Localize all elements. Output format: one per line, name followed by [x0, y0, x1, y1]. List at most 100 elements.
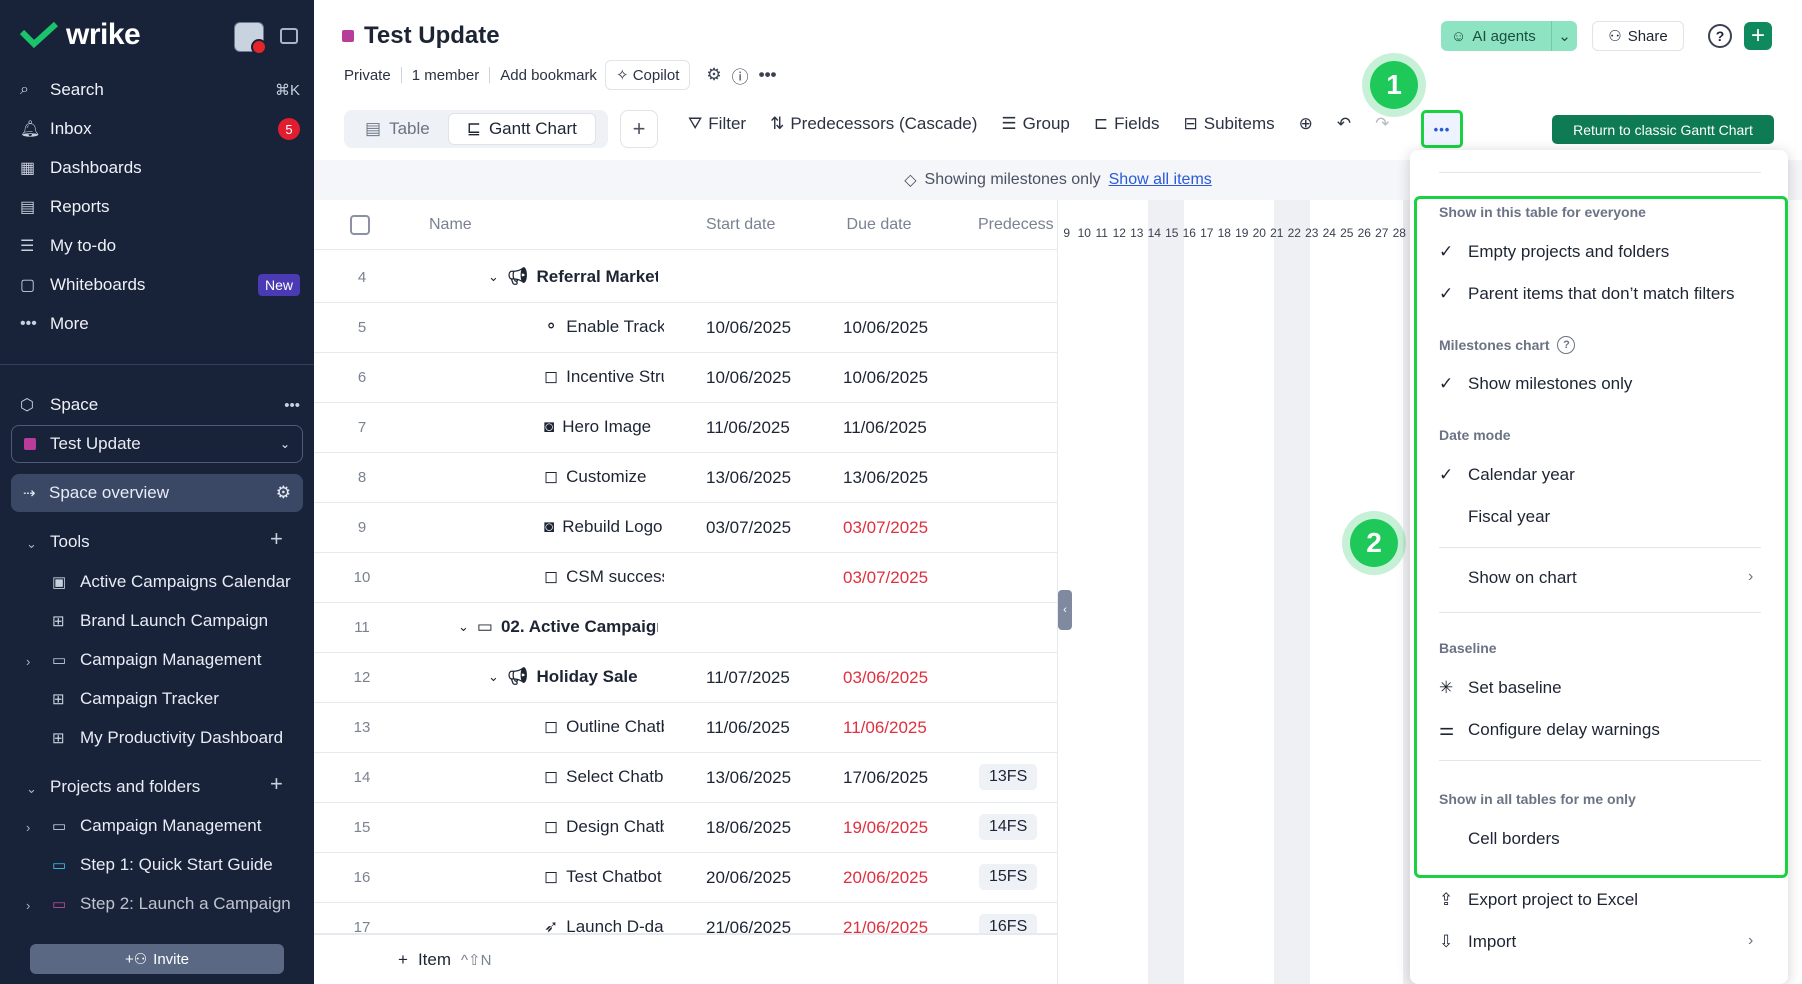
chevron-right-icon[interactable]: ›	[26, 654, 30, 669]
table-row[interactable]: 14 ◻ Select Chatbot 13/06/2025 17/06/2025 13F…	[314, 753, 1058, 803]
row-due-overdue[interactable]: 20/06/2025	[843, 868, 928, 888]
table-row[interactable]: 6 ◻ Incentive Struc 10/06/2025 10/06/2025	[314, 353, 1058, 403]
menu-item-empty-projects[interactable]: ✓ Empty projects and folders	[1439, 242, 1669, 262]
table-row[interactable]: 12 ⌄ 📢︎ Holiday Sale 11/07/2025 03/06/2025	[314, 653, 1058, 703]
row-name[interactable]: ◻ Outline Chatbc	[544, 717, 664, 737]
globe-icon[interactable]: ⊕	[1299, 114, 1313, 134]
avatar[interactable]	[234, 22, 267, 55]
tools-chevron-icon[interactable]: ⌄	[26, 536, 37, 552]
row-predecessor[interactable]: 16FS	[979, 914, 1038, 933]
tool-item[interactable]: ⊞ Brand Launch Campaign	[52, 606, 268, 636]
fields-button[interactable]: ⊏ Fields	[1094, 114, 1160, 134]
table-row[interactable]: 16 ◻ Test Chatbot b 20/06/2025 20/06/2025 15F…	[314, 853, 1058, 903]
gear-icon[interactable]: ⚙	[706, 65, 721, 85]
copilot-button[interactable]: ✧ Copilot	[604, 60, 691, 90]
nav-whiteboards[interactable]: ▢ Whiteboards New	[20, 269, 300, 301]
row-due[interactable]: 13/06/2025	[843, 468, 928, 488]
menu-item-delay-warnings[interactable]: ⚌ Configure delay warnings	[1439, 720, 1660, 740]
row-start[interactable]: 13/06/2025	[706, 768, 791, 788]
space-overview-item[interactable]: ⇢ Space overview ⚙	[11, 474, 303, 512]
table-row[interactable]: 10 ◻ CSM success r 03/07/2025	[314, 553, 1058, 603]
table-row[interactable]: 17 ➶ Launch D-day 21/06/2025 21/06/2025 16FS	[314, 903, 1058, 934]
row-due[interactable]: 17/06/2025	[843, 768, 928, 788]
row-name[interactable]: ◙ Rebuild Logo	[544, 517, 664, 537]
add-item-bar[interactable]: + Item ^⇧N	[314, 934, 1058, 984]
row-name[interactable]: ◻ Customize	[544, 467, 664, 487]
row-due-overdue[interactable]: 19/06/2025	[843, 818, 928, 838]
row-start[interactable]: 18/06/2025	[706, 818, 791, 838]
table-row[interactable]: 13 ◻ Outline Chatbc 11/06/2025 11/06/2025	[314, 703, 1058, 753]
row-start[interactable]: 11/06/2025	[706, 418, 790, 438]
row-start[interactable]: 20/06/2025	[706, 868, 791, 888]
menu-item-calendar-year[interactable]: ✓ Calendar year	[1439, 465, 1575, 485]
row-due-overdue[interactable]: 03/07/2025	[843, 568, 928, 588]
table-row[interactable]: 11 ⌄ ▭ 02. Active Campaign:	[314, 603, 1058, 653]
space-select[interactable]: Test Update ⌄	[11, 425, 303, 463]
chevron-down-icon[interactable]: ⌄	[1551, 21, 1577, 51]
tool-item[interactable]: ⊞ My Productivity Dashboard	[52, 723, 283, 753]
row-name[interactable]: ◻ CSM success r	[544, 567, 664, 587]
redo-icon[interactable]: ↷	[1375, 114, 1389, 134]
more-icon[interactable]: •••	[759, 65, 777, 85]
table-row[interactable]: 15 ◻ Design Chatbc 18/06/2025 19/06/2025 14FS	[314, 803, 1058, 853]
menu-item-export-excel[interactable]: ⇪ Export project to Excel	[1439, 890, 1638, 910]
col-start[interactable]: Start date	[706, 216, 775, 234]
page-title-text[interactable]: Test Update	[364, 22, 500, 50]
add-bookmark-link[interactable]: Add bookmark	[500, 67, 597, 84]
tool-item[interactable]: ▣ Active Campaigns Calendar	[52, 567, 291, 597]
table-row[interactable]: 9 ◙ Rebuild Logo 03/07/2025 03/07/2025	[314, 503, 1058, 553]
menu-item-show-on-chart[interactable]: Show on chart	[1439, 568, 1577, 588]
help-icon[interactable]: ?	[1708, 24, 1732, 48]
return-classic-gantt-button[interactable]: Return to classic Gantt Chart	[1552, 115, 1774, 144]
predecessors-button[interactable]: ⇅ Predecessors (Cascade)	[770, 114, 977, 134]
nav-search[interactable]: ⌕ Search ⌘K	[20, 74, 300, 106]
row-predecessor[interactable]: 13FS	[979, 764, 1038, 790]
row-start[interactable]: 10/06/2025	[706, 318, 791, 338]
project-item[interactable]: ▭ Campaign Management	[52, 811, 261, 841]
nav-dashboards[interactable]: ▦ Dashboards	[20, 152, 300, 184]
subitems-button[interactable]: ⊟ Subitems	[1184, 114, 1275, 134]
info-icon[interactable]: ⓘ	[732, 63, 749, 88]
col-due[interactable]: Due date	[819, 216, 939, 234]
help-icon[interactable]: ?	[1557, 336, 1576, 354]
space-more-icon[interactable]: •••	[284, 397, 300, 414]
invite-button[interactable]: +⚇ Invite	[30, 944, 284, 974]
show-all-items-link[interactable]: Show all items	[1109, 171, 1212, 189]
sidebar-collapse-icon[interactable]	[280, 28, 298, 44]
nav-inbox[interactable]: 🔔︎ Inbox 5	[20, 113, 300, 145]
nav-todo[interactable]: ☰ My to-do	[20, 230, 300, 262]
projects-section[interactable]: Projects and folders	[50, 772, 200, 802]
row-name[interactable]: ⌄ ▭ 02. Active Campaign:	[458, 617, 658, 637]
row-due-overdue[interactable]: 03/07/2025	[843, 518, 928, 538]
projects-chevron-icon[interactable]: ⌄	[26, 781, 37, 797]
group-button[interactable]: ☰ Group	[1001, 114, 1070, 134]
menu-item-milestones-only[interactable]: ✓ Show milestones only	[1439, 374, 1632, 394]
tab-gantt[interactable]: ⊑ Gantt Chart	[447, 113, 596, 145]
add-tool-icon[interactable]: +	[270, 526, 283, 552]
gear-icon[interactable]: ⚙	[276, 483, 291, 503]
nav-more[interactable]: ••• More	[20, 308, 300, 340]
share-button[interactable]: ⚇ Share	[1592, 21, 1684, 51]
filter-button[interactable]: ⛛ Filter	[688, 114, 746, 134]
col-predecessors[interactable]: Predecess	[978, 216, 1054, 234]
menu-item-cell-borders[interactable]: Cell borders	[1439, 829, 1560, 849]
select-all-checkbox[interactable]	[350, 215, 370, 235]
row-start[interactable]: 11/07/2025	[706, 668, 790, 688]
add-project-icon[interactable]: +	[270, 771, 283, 797]
row-start[interactable]: 13/06/2025	[706, 468, 791, 488]
chevron-right-icon[interactable]: ›	[26, 898, 30, 913]
row-due[interactable]: 11/06/2025	[843, 418, 927, 438]
add-button[interactable]: +	[1744, 22, 1772, 50]
table-row[interactable]: 5 ⚬ Enable Trackin 10/06/2025 10/06/2025	[314, 303, 1058, 353]
row-due-overdue[interactable]: 11/06/2025	[843, 718, 927, 738]
menu-item-import[interactable]: ⇩ Import	[1439, 932, 1516, 952]
nav-reports[interactable]: ▤ Reports	[20, 191, 300, 223]
row-predecessor[interactable]: 15FS	[979, 864, 1038, 890]
row-start[interactable]: 03/07/2025	[706, 518, 791, 538]
project-item[interactable]: ▭ Step 2: Launch a Campaign	[52, 889, 291, 919]
row-name[interactable]: ◻ Test Chatbot b	[544, 867, 664, 887]
row-start[interactable]: 21/06/2025	[706, 918, 791, 933]
row-name[interactable]: ➶ Launch D-day	[544, 917, 664, 933]
row-name[interactable]: ◻ Select Chatbot	[544, 767, 664, 787]
row-due-overdue[interactable]: 03/06/2025	[843, 668, 928, 688]
